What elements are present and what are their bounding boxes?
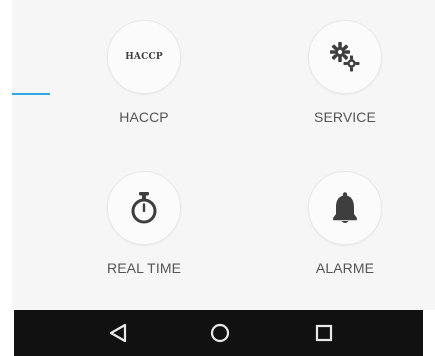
menu-item-label: HACCP [119,109,169,125]
stopwatch-icon [131,192,157,224]
android-navigation-bar [14,310,423,356]
app-screen: HACCP HACCP SERVICE REAL TIME ALARME [0,0,435,356]
menu-item-service[interactable]: SERVICE [280,20,410,125]
back-triangle-icon [109,323,127,343]
accent-line [12,93,50,95]
menu-panel: HACCP HACCP SERVICE REAL TIME ALARME [12,0,435,310]
menu-item-alarme[interactable]: ALARME [280,171,410,276]
menu-item-real-time[interactable]: REAL TIME [79,171,209,276]
bell-icon [333,192,357,223]
menu-item-haccp[interactable]: HACCP HACCP [79,20,209,125]
haccp-text-icon: HACCP [125,51,163,63]
haccp-button[interactable]: HACCP [107,20,181,94]
recents-button[interactable] [304,318,344,348]
gears-icon [330,42,360,72]
home-button[interactable] [200,318,240,348]
back-button[interactable] [98,318,138,348]
service-button[interactable] [308,20,382,94]
alarme-button[interactable] [308,171,382,245]
real-time-button[interactable] [107,171,181,245]
recents-square-icon [315,324,333,342]
menu-item-label: REAL TIME [106,260,182,276]
home-circle-icon [210,323,230,343]
menu-item-label: ALARME [315,260,375,276]
menu-item-label: SERVICE [314,109,376,125]
